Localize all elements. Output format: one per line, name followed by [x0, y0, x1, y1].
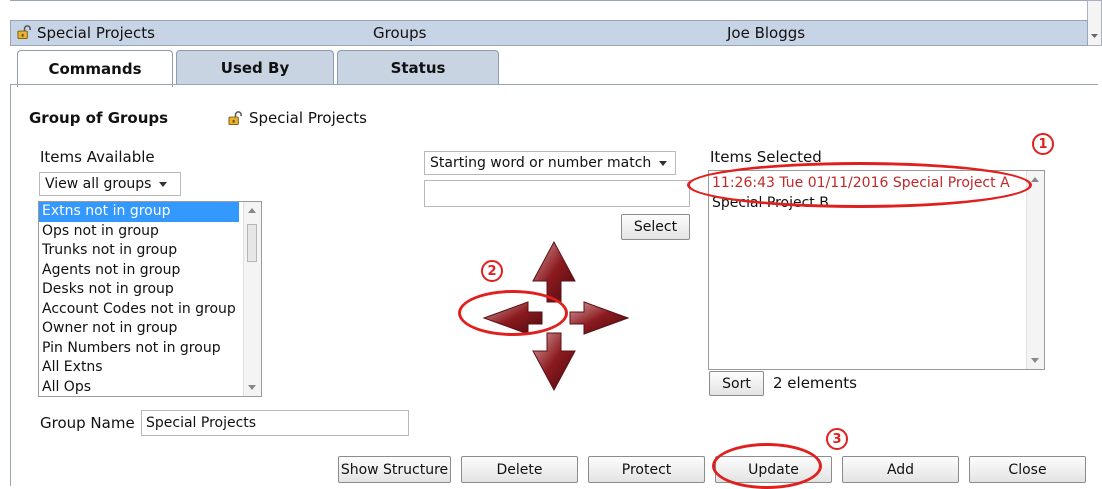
callout-ring-1 — [687, 162, 1032, 208]
header-title: Special Projects — [37, 24, 155, 42]
protect-button[interactable]: Protect — [588, 456, 705, 483]
group-of-groups-label: Group of Groups — [29, 109, 169, 127]
available-item[interactable]: All Ops — [39, 378, 261, 397]
element-count: 2 elements — [773, 374, 857, 392]
close-button[interactable]: Close — [969, 456, 1086, 483]
group-name-label: Group Name — [40, 414, 135, 432]
header-section: Groups — [373, 24, 427, 42]
tab-used-by-label: Used By — [220, 59, 290, 77]
chevron-down-icon — [659, 160, 668, 166]
callout-badge-2: 2 — [481, 260, 503, 282]
top-border — [10, 0, 1088, 9]
available-item[interactable]: Agents not in group — [39, 261, 261, 281]
unlock-icon — [228, 111, 242, 126]
available-item[interactable]: Extns not in group — [39, 202, 239, 222]
add-button[interactable]: Add — [842, 456, 959, 483]
window-scrollbar[interactable] — [1087, 0, 1102, 46]
unlock-icon — [17, 25, 31, 40]
arrow-down-icon[interactable] — [532, 332, 576, 392]
callout-badge-1: 1 — [1032, 133, 1054, 155]
tab-commands[interactable]: Commands — [17, 50, 173, 87]
items-available-label: Items Available — [40, 148, 155, 166]
available-item[interactable]: Pin Numbers not in group — [39, 339, 261, 359]
available-item[interactable]: Owner not in group — [39, 319, 261, 339]
match-input[interactable] — [424, 180, 690, 207]
view-filter-value: View all groups — [45, 176, 152, 192]
arrow-right-icon[interactable] — [569, 301, 630, 335]
tab-status-label: Status — [390, 59, 446, 77]
sort-button[interactable]: Sort — [709, 371, 764, 396]
panel-left-border — [10, 84, 11, 486]
callout-ring-2 — [458, 290, 568, 336]
scroll-up-icon[interactable] — [248, 208, 256, 213]
available-list-scrollbar[interactable] — [243, 202, 261, 396]
selected-list-scrollbar[interactable] — [1026, 171, 1044, 369]
scroll-thumb[interactable] — [247, 224, 257, 262]
available-item[interactable]: Ops not in group — [39, 222, 261, 242]
available-item[interactable]: Trunks not in group — [39, 241, 261, 261]
group-of-groups-value: Special Projects — [228, 109, 367, 127]
select-button[interactable]: Select — [621, 214, 690, 240]
header-user: Joe Bloggs — [727, 24, 806, 42]
scroll-down-icon[interactable] — [248, 385, 256, 390]
tab-status[interactable]: Status — [337, 50, 499, 85]
tab-commands-label: Commands — [48, 60, 142, 78]
available-item[interactable]: Desks not in group — [39, 280, 261, 300]
scroll-down-icon[interactable] — [1031, 358, 1039, 363]
header-lock — [17, 24, 32, 44]
callout-badge-3: 3 — [826, 428, 848, 450]
match-mode-dropdown[interactable]: Starting word or number match — [424, 151, 676, 175]
group-of-groups-name: Special Projects — [249, 109, 367, 127]
delete-button[interactable]: Delete — [461, 456, 578, 483]
available-items-list[interactable]: Extns not in group Ops not in group Trunks… — [38, 201, 262, 397]
scroll-up-icon[interactable] — [1031, 177, 1039, 182]
available-item[interactable]: Account Codes not in group — [39, 300, 261, 320]
view-filter-dropdown[interactable]: View all groups — [39, 172, 181, 196]
show-structure-button[interactable]: Show Structure — [338, 456, 451, 483]
chevron-down-icon — [159, 181, 168, 187]
record-header: Special Projects Groups Joe Bloggs — [10, 20, 1088, 46]
available-item[interactable]: All Extns — [39, 358, 261, 378]
callout-ring-3 — [712, 443, 822, 489]
tab-used-by[interactable]: Used By — [176, 50, 334, 85]
group-name-field[interactable]: Special Projects — [141, 410, 409, 436]
match-mode-value: Starting word or number match — [430, 155, 652, 171]
tab-strip-line — [10, 84, 1098, 85]
